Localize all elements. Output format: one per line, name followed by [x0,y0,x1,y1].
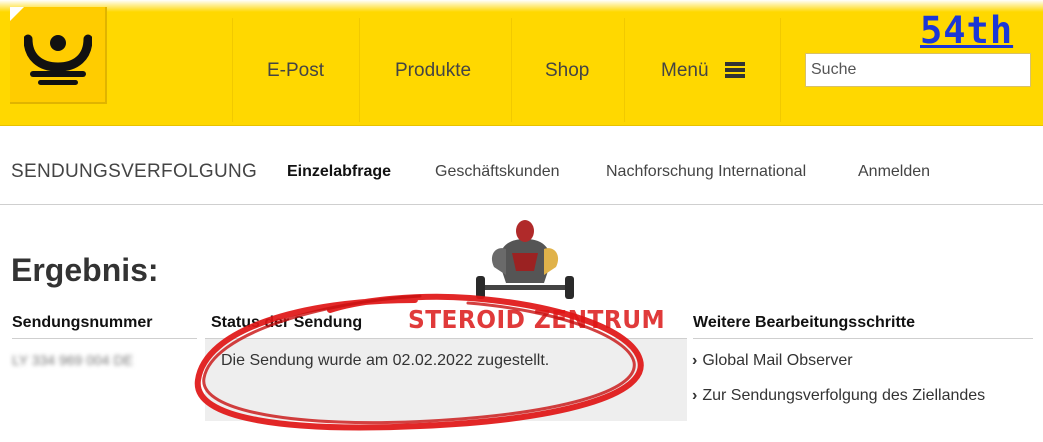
nav-item-menu[interactable]: Menü [661,60,709,82]
logo[interactable] [10,7,107,104]
chevron-right-icon: › [692,387,698,404]
link-label: Zur Sendungsverfolgung des Ziellandes [702,387,986,404]
subnav-item-einzelabfrage[interactable]: Einzelabfrage [287,163,391,181]
posthorn-icon [24,34,92,85]
hamburger-icon[interactable] [725,62,745,79]
chevron-right-icon: › [692,352,698,369]
column-header-weitere-schritte: Weitere Bearbeitungsschritte [693,314,915,331]
subnav-item-geschaeftskunden[interactable]: Geschäftskunden [435,163,560,181]
logo-corner [10,7,24,21]
link-sendungsverfolgung-zielland[interactable]: › Zur Sendungsverfolgung des Ziellandes [692,387,985,405]
badge-54th: 54th [920,9,1014,52]
link-global-mail-observer[interactable]: › Global Mail Observer [692,352,853,370]
column-header-sendungsnummer: Sendungsnummer [12,314,153,331]
nav-item-shop[interactable]: Shop [545,60,589,82]
watermark-text: STEROID ZENTRUM [408,305,666,334]
nav-item-epost[interactable]: E-Post [267,60,324,82]
column-divider [12,338,197,339]
subnav-item-anmelden[interactable]: Anmelden [858,163,930,181]
site-header: E-Post Produkte Shop Menü [0,0,1043,126]
result-title: Ergebnis: [11,252,159,288]
header-top-fade [0,0,1043,12]
subnav-divider [0,204,1043,205]
tracking-number: LY 334 969 004 DE [12,352,133,368]
nav-separator [511,18,512,122]
column-header-status: Status der Sendung [211,314,363,331]
column-divider [693,338,1033,339]
nav-separator [780,18,781,122]
subnav-title: SENDUNGSVERFOLGUNG [11,161,258,182]
subnav-item-nachforschung[interactable]: Nachforschung International [606,163,806,181]
nav-item-produkte[interactable]: Produkte [395,60,471,82]
search-input[interactable] [805,53,1031,87]
link-label: Global Mail Observer [702,352,853,369]
nav-separator [232,18,233,122]
status-text: Die Sendung wurde am 02.02.2022 zugestel… [221,352,550,369]
nav-separator [359,18,360,122]
bodybuilder-logo [476,220,574,299]
nav-separator [624,18,625,122]
